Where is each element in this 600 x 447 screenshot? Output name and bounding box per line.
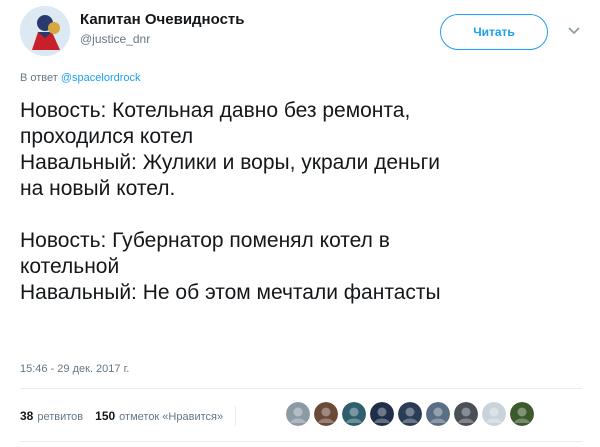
liker-avatar-2[interactable]	[314, 402, 338, 426]
tweet-text: Новость: Котельная давно без ремонта, пр…	[20, 98, 585, 306]
reply-to-prefix: В ответ	[20, 72, 58, 84]
likes-stat[interactable]: 150 отметок «Нравится»	[95, 409, 223, 423]
reply-to-line: В ответ @spacelordrock	[20, 72, 141, 84]
liker-avatar-8[interactable]	[482, 402, 506, 426]
liker-avatars	[286, 402, 538, 426]
divider	[20, 388, 582, 389]
liker-avatar-9[interactable]	[510, 402, 534, 426]
tweet-line: проходился котел	[20, 125, 194, 148]
tweet-line: на новый котел.	[20, 177, 176, 200]
retweets-label: ретвитов	[37, 411, 84, 423]
retweets-stat[interactable]: 38 ретвитов	[20, 409, 83, 423]
likes-count: 150	[95, 409, 116, 423]
stats-separator	[235, 406, 237, 426]
liker-avatar-7[interactable]	[454, 402, 478, 426]
tweet-line: Навальный: Не об этом мечтали фантасты	[20, 281, 441, 304]
tweet-line: котельной	[20, 255, 120, 278]
liker-avatar-5[interactable]	[398, 402, 422, 426]
liker-avatar-6[interactable]	[426, 402, 450, 426]
tweet-line: Новость: Губернатор поменял котел в	[20, 229, 390, 252]
divider	[20, 441, 582, 442]
tweet-header: Капитан Очевидность @justice_dnr Читать	[20, 6, 590, 60]
reply-to-mention[interactable]: @spacelordrock	[61, 72, 141, 84]
liker-avatar-4[interactable]	[370, 402, 394, 426]
author-handle[interactable]: @justice_dnr	[80, 31, 245, 47]
tweet-stats: 38 ретвитов 150 отметок «Нравится»	[20, 404, 246, 428]
tweet-line: Навальный: Жулики и воры, украли деньги	[20, 151, 440, 174]
likes-label: отметок «Нравится»	[119, 411, 224, 423]
author-info[interactable]: Капитан Очевидность @justice_dnr	[80, 11, 245, 47]
retweets-count: 38	[20, 409, 34, 423]
liker-avatar-3[interactable]	[342, 402, 366, 426]
tweet-timestamp[interactable]: 15:46 - 29 дек. 2017 г.	[20, 363, 129, 375]
author-avatar[interactable]	[20, 6, 70, 56]
author-display-name[interactable]: Капитан Очевидность	[80, 11, 245, 29]
tweet-line: Новость: Котельная давно без ремонта,	[20, 99, 411, 122]
follow-button[interactable]: Читать	[440, 14, 548, 50]
author-avatar-image	[20, 6, 70, 56]
chevron-down-icon[interactable]	[568, 24, 580, 36]
liker-avatar-1[interactable]	[286, 402, 310, 426]
